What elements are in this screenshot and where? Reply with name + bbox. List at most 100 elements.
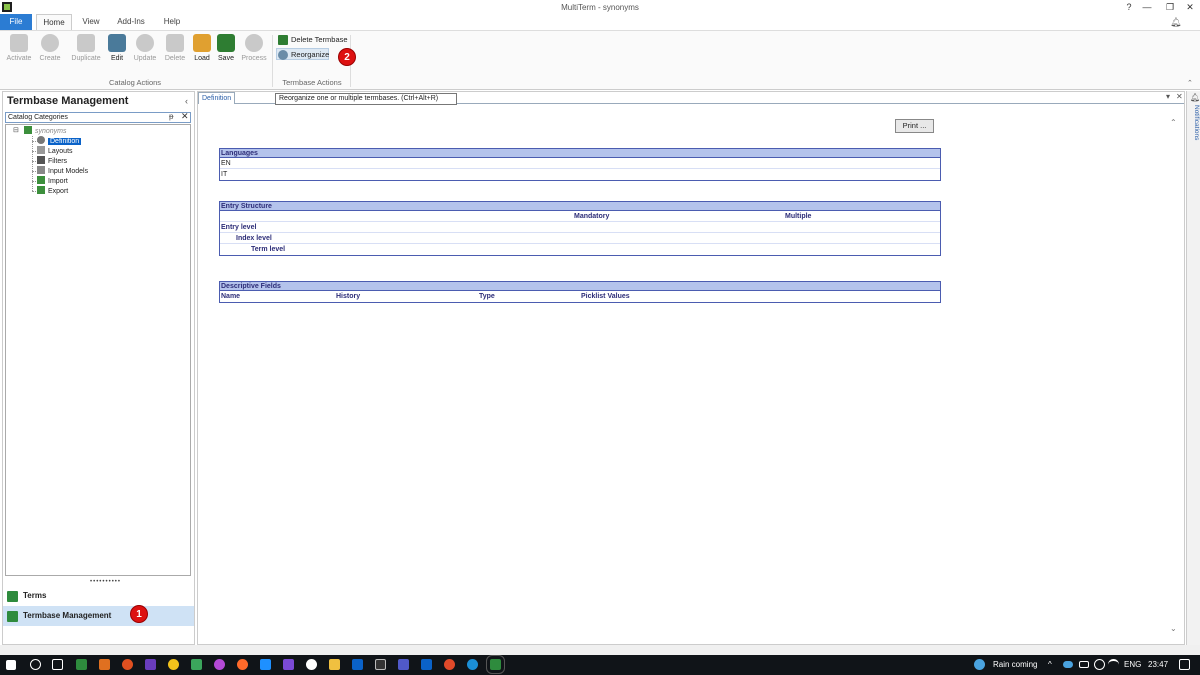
collapse-ribbon-icon[interactable]: ⌃ (1187, 79, 1193, 87)
teams-icon[interactable] (398, 659, 409, 670)
bell-icon[interactable]: 🔔︎ (1170, 17, 1181, 28)
tab-help[interactable]: Help (156, 14, 188, 30)
tree-item-filters[interactable]: Filters (37, 156, 67, 166)
termbase-management-icon (7, 611, 18, 622)
volume-icon[interactable] (1094, 659, 1105, 670)
vertical-scrollbar[interactable]: ⌃ ⌄ (1168, 118, 1180, 638)
tab-home[interactable]: Home (36, 14, 72, 30)
scroll-down-icon[interactable]: ⌄ (1170, 624, 1177, 633)
main-content: Definition ▾ ✕ Print ... Languages EN IT… (197, 91, 1185, 645)
onedrive-icon[interactable] (1063, 661, 1073, 668)
edit-button[interactable]: Edit (106, 34, 128, 70)
taskbar-app-icon[interactable] (467, 659, 478, 670)
help-window-icon[interactable]: ? (1122, 1, 1136, 13)
wifi-icon[interactable] (1108, 659, 1119, 670)
vscode-icon[interactable] (260, 659, 271, 670)
create-button[interactable]: Create (36, 34, 64, 70)
delete-termbase-icon (278, 35, 288, 45)
visual-studio-icon[interactable] (283, 659, 294, 670)
chrome-icon[interactable] (444, 659, 455, 670)
save-icon (217, 34, 235, 52)
taskbar-app-icon[interactable] (214, 659, 225, 670)
taskbar-app-icon[interactable] (421, 659, 432, 670)
notifications-label[interactable]: Notifications (1188, 105, 1200, 149)
taskbar-app-icon[interactable] (76, 659, 87, 670)
tree-item-export[interactable]: Export (37, 186, 68, 196)
tree-item-input-models[interactable]: Input Models (37, 166, 88, 176)
taskbar-app-icon[interactable] (191, 659, 202, 670)
ribbon: Activate Create Duplicate Edit Update De… (0, 30, 1200, 90)
battery-icon[interactable] (1079, 661, 1089, 668)
scroll-up-icon[interactable]: ⌃ (1170, 118, 1177, 127)
entry-structure-section: Entry Structure Mandatory Multiple Entry… (219, 201, 941, 256)
load-button[interactable]: Load (191, 34, 213, 70)
reorganize-button[interactable]: Reorganize (276, 48, 329, 60)
taskbar-app-icon[interactable] (145, 659, 156, 670)
edit-icon (108, 34, 126, 52)
catalog-categories-field[interactable]: Catalog Categories (5, 112, 191, 123)
weather-text[interactable]: Rain coming (993, 660, 1037, 669)
pin-icon[interactable]: ᵽ (169, 112, 173, 121)
show-hidden-icons[interactable]: ^ (1048, 660, 1052, 669)
collapse-node-icon[interactable]: ⊟ (13, 126, 19, 134)
tab-file[interactable]: File (0, 14, 32, 30)
taskbar-app-icon[interactable] (352, 659, 363, 670)
restore-button[interactable]: ❐ (1163, 1, 1177, 13)
tab-view[interactable]: View (76, 14, 106, 30)
taskbar-app-icon[interactable] (237, 659, 248, 670)
file-explorer-icon[interactable] (329, 659, 340, 670)
index-level-row: Index level (220, 233, 940, 244)
tree-root-synonyms[interactable]: synonyms (24, 126, 67, 136)
close-button[interactable]: ✕ (1183, 1, 1197, 13)
window-title: MultiTerm - synonyms (561, 3, 639, 12)
clear-icon[interactable]: ✕ (181, 111, 189, 122)
tab-add-ins[interactable]: Add-Ins (110, 14, 152, 30)
search-icon[interactable] (30, 659, 41, 670)
panel-splitter[interactable]: •••••••••• (90, 579, 121, 585)
language-indicator[interactable]: ENG (1124, 660, 1141, 669)
gear-icon (245, 34, 263, 52)
tab-definition[interactable]: Definition (198, 92, 235, 104)
duplicate-button[interactable]: Duplicate (68, 34, 104, 70)
ribbon-separator (272, 35, 273, 87)
multiple-column: Multiple (785, 213, 812, 220)
export-icon (37, 186, 45, 194)
gear-icon (37, 136, 45, 144)
collapse-panel-icon[interactable]: ‹ (185, 96, 188, 106)
weather-icon[interactable] (974, 659, 985, 670)
notification-center-icon[interactable] (1179, 659, 1190, 670)
tab-dropdown-icon[interactable]: ▾ (1166, 92, 1170, 101)
taskbar-app-icon[interactable] (99, 659, 110, 670)
update-button[interactable]: Update (130, 34, 160, 70)
descriptive-fields-columns: Name History Type Picklist Values (220, 291, 940, 302)
activate-button[interactable]: Activate (4, 34, 34, 70)
tree-item-definition[interactable]: Definition (37, 136, 82, 146)
delete-termbase-button[interactable]: Delete Termbase (277, 34, 348, 46)
tab-close-icon[interactable]: ✕ (1176, 92, 1183, 101)
notifications-strip[interactable]: 🔔︎ Notifications (1186, 91, 1200, 645)
multiterm-taskbar-icon[interactable] (486, 655, 505, 674)
termbase-management-panel: Termbase Management ‹ Catalog Categories… (2, 91, 195, 645)
type-column: Type (479, 293, 495, 300)
task-view-icon[interactable] (52, 659, 63, 670)
catalog-actions-label: Catalog Actions (108, 78, 162, 87)
nav-terms[interactable]: Terms (3, 586, 194, 606)
callout-badge-2: 2 (338, 48, 356, 66)
minimize-button[interactable]: — (1140, 1, 1154, 13)
process-button[interactable]: Process (239, 34, 269, 70)
tree-item-layouts[interactable]: Layouts (37, 146, 73, 156)
clock[interactable]: 23:47 (1148, 660, 1168, 669)
delete-button[interactable]: Delete (162, 34, 188, 70)
save-button[interactable]: Save (215, 34, 237, 70)
nav-termbase-management[interactable]: Termbase Management (3, 606, 194, 626)
print-button[interactable]: Print ... (895, 119, 934, 133)
taskbar-app-icon[interactable] (375, 659, 386, 670)
taskbar-app-icon[interactable] (306, 659, 317, 670)
delete-icon (166, 34, 184, 52)
taskbar-app-icon[interactable] (122, 659, 133, 670)
taskbar-app-icon[interactable] (168, 659, 179, 670)
duplicate-icon (77, 34, 95, 52)
notification-bell-icon[interactable]: 🔔︎ (1190, 93, 1200, 102)
windows-start-icon[interactable] (6, 660, 16, 670)
tree-item-import[interactable]: Import (37, 176, 68, 186)
